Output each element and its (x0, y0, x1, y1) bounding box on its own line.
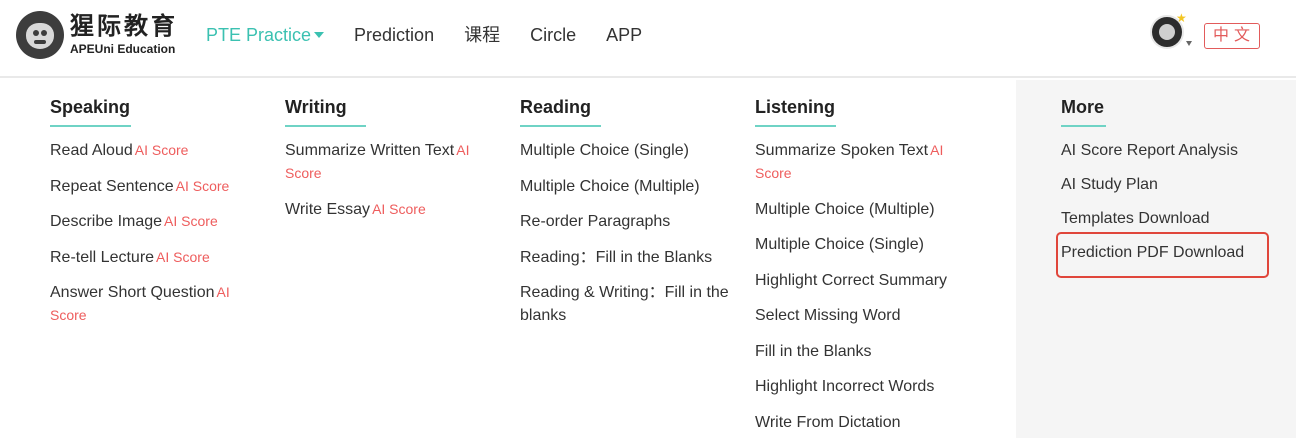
menu-item-retell-lecture[interactable]: Re-tell Lecture AI Score (50, 246, 250, 269)
vip-star-icon: ★ (1176, 11, 1187, 25)
title-underline (50, 125, 131, 127)
ai-score-badge: AI Score (372, 200, 426, 217)
nav-circle[interactable]: Circle (530, 23, 576, 47)
top-header: 猩际教育 APEUni Education PTE Practice Predi… (0, 0, 1296, 78)
menu-title-speaking: Speaking (50, 97, 131, 117)
menu-title-reading: Reading (520, 97, 592, 117)
title-underline (755, 125, 836, 127)
menu-item-listening-fill-blanks[interactable]: Fill in the Blanks (755, 340, 970, 363)
menu-item-summarize-spoken-text[interactable]: Summarize Spoken Text AI Score (755, 139, 970, 185)
ai-score-badge: AI Score (175, 177, 230, 194)
highlight-box (1056, 232, 1269, 278)
brand-name-en: APEUni Education (70, 42, 176, 56)
menu-column-reading: Reading Multiple Choice (Single) Multipl… (520, 95, 748, 340)
menu-item-read-aloud[interactable]: Read Aloud AI Score (50, 139, 250, 162)
caret-down-icon (314, 32, 325, 38)
menu-title-writing: Writing (285, 97, 347, 117)
nav-app[interactable]: APP (606, 23, 642, 47)
ai-score-badge: AI Score (156, 248, 210, 265)
menu-item-highlight-correct-summary[interactable]: Highlight Correct Summary (755, 269, 970, 292)
menu-item-reading-fill-blanks[interactable]: Reading：Fill in the Blanks (520, 246, 748, 269)
ai-score-badge: AI Score (134, 142, 189, 158)
brand-name-cn: 猩际教育 (70, 13, 178, 40)
menu-item-multiple-choice-single[interactable]: Multiple Choice (Single) (520, 139, 748, 162)
menu-item-answer-short-question[interactable]: Answer Short Question AI Score (50, 281, 250, 327)
menu-item-describe-image[interactable]: Describe Image AI Score (50, 210, 250, 233)
menu-item-write-essay[interactable]: Write Essay AI Score (285, 198, 490, 221)
avatar-caret-icon[interactable] (1186, 41, 1192, 46)
nav-pte-practice[interactable]: PTE Practice (206, 23, 325, 47)
title-underline (520, 125, 601, 127)
menu-item-listening-mc-multiple[interactable]: Multiple Choice (Multiple) (755, 198, 970, 221)
menu-column-writing: Writing Summarize Written Text AI Score W… (285, 95, 490, 233)
menu-item-select-missing-word[interactable]: Select Missing Word (755, 304, 970, 327)
language-toggle-button[interactable]: 中文 (1204, 23, 1260, 49)
nav-pte-practice-label: PTE Practice (206, 25, 312, 45)
menu-item-summarize-written-text[interactable]: Summarize Written Text AI Score (285, 139, 490, 185)
menu-item-highlight-incorrect-words[interactable]: Highlight Incorrect Words (755, 375, 970, 398)
menu-item-templates-download[interactable]: Templates Download (1061, 207, 1281, 230)
menu-title-more: More (1061, 97, 1105, 117)
main-nav: PTE Practice Prediction 课程 Circle APP (206, 23, 672, 47)
menu-item-ai-score-report[interactable]: AI Score Report Analysis (1061, 139, 1281, 162)
menu-column-listening: Listening Summarize Spoken Text AI Score … (755, 95, 970, 438)
ai-score-badge: AI Score (164, 213, 218, 229)
menu-item-repeat-sentence[interactable]: Repeat Sentence AI Score (50, 175, 250, 198)
nav-prediction[interactable]: Prediction (354, 23, 434, 47)
menu-item-reorder-paragraphs[interactable]: Re-order Paragraphs (520, 210, 748, 233)
menu-item-reading-writing-fill-blanks[interactable]: Reading & Writing：Fill in the blanks (520, 281, 748, 327)
menu-item-ai-study-plan[interactable]: AI Study Plan (1061, 173, 1281, 196)
menu-title-listening: Listening (755, 97, 835, 117)
nav-courses[interactable]: 课程 (464, 23, 500, 47)
gorilla-logo-icon (16, 11, 64, 59)
title-underline (1061, 125, 1106, 127)
title-underline (285, 125, 366, 127)
menu-item-write-from-dictation[interactable]: Write From Dictation (755, 411, 970, 434)
menu-column-speaking: Speaking Read Aloud AI Score Repeat Sente… (50, 95, 250, 340)
menu-item-listening-mc-single[interactable]: Multiple Choice (Single) (755, 233, 970, 256)
menu-item-multiple-choice-multiple[interactable]: Multiple Choice (Multiple) (520, 175, 748, 198)
brand-logo[interactable]: 猩际教育 APEUni Education (16, 11, 178, 59)
